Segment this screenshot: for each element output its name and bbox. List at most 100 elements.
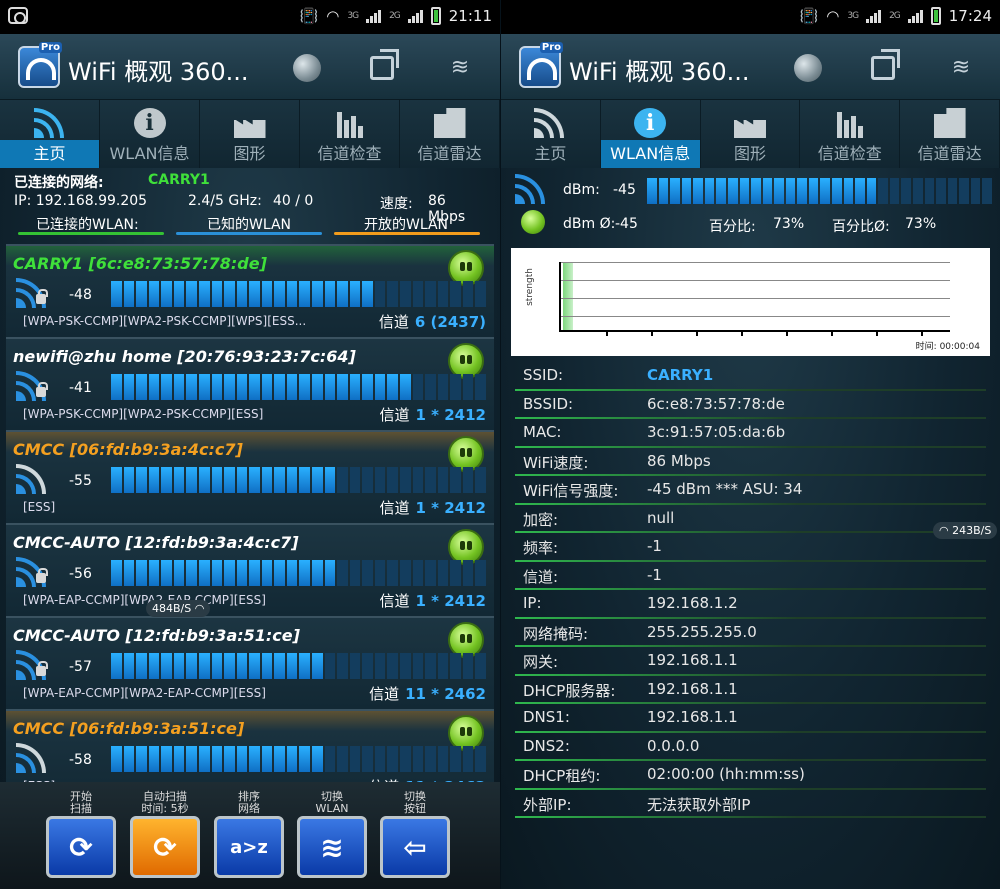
meter-segment <box>475 467 486 493</box>
meter-segment <box>186 746 197 772</box>
band-value: 40 / 0 <box>273 193 314 209</box>
status-bar: 📳 ◠ 3G 2G 17:24 <box>501 0 1000 34</box>
meter-segment <box>739 178 750 204</box>
meter-segment <box>111 281 122 307</box>
meter-segment <box>312 374 323 400</box>
meter-segment <box>286 374 298 400</box>
meter-segment <box>173 746 185 772</box>
tab-3[interactable]: 信道检查 <box>300 100 400 168</box>
info-row: WiFi信号强度: -45 dBm *** ASU: 34 <box>515 476 986 505</box>
app-logo-icon: Pro <box>18 42 62 88</box>
bars-icon <box>334 108 366 138</box>
info-value: 6c:e8:73:57:78:de <box>647 394 785 413</box>
signal-meter <box>111 746 486 772</box>
clock: 17:24 <box>948 7 992 25</box>
meter-segment <box>437 653 449 679</box>
network-item[interactable]: newifi@zhu home [20:76:93:23:7c:64] -41 [W… <box>6 337 494 430</box>
info-row: WiFi速度: 86 Mbps <box>515 448 986 476</box>
meter-segment <box>111 374 122 400</box>
meter-segment <box>286 281 298 307</box>
meter-segment <box>224 467 235 493</box>
tab-1[interactable]: i WLAN信息 <box>600 100 701 168</box>
info-key: WiFi信号强度: <box>523 482 619 500</box>
filter-known-wlan[interactable]: 已知的WLAN <box>207 214 291 234</box>
meter-segment <box>286 560 298 586</box>
meter-segment <box>681 178 692 204</box>
tab-0[interactable]: 主页 <box>501 100 601 168</box>
meter-segment <box>774 178 784 204</box>
grid-line <box>561 298 950 299</box>
meter-segment <box>337 560 348 586</box>
wifi-badge-icon: ◠ <box>194 602 205 615</box>
action-button-1[interactable]: 自动扫描 时间: 5秒 ⟳ <box>127 782 203 878</box>
filter-open-wlan[interactable]: 开放的WLAN <box>364 214 448 234</box>
meter-segment <box>889 178 900 204</box>
meter-segment <box>412 374 424 400</box>
meter-segment <box>274 374 285 400</box>
info-value: null <box>647 508 675 527</box>
meter-segment <box>337 374 348 400</box>
network-capabilities: [WPA-PSK-CCMP][WPA2-PSK-CCMP][ESS] <box>23 407 264 421</box>
tab-2[interactable]: 图形 <box>200 100 300 168</box>
network-3g-label: 3G <box>347 11 359 21</box>
info-value: 86 Mbps <box>647 451 711 470</box>
globe-icon[interactable] <box>794 54 822 82</box>
meter-segment <box>425 281 436 307</box>
tab-3[interactable]: 信道检查 <box>800 100 901 168</box>
meter-segment <box>450 281 461 307</box>
meter-segment <box>123 281 135 307</box>
network-item[interactable]: CMCC [06:fd:b9:3a:4c:c7] -55 [ESS] 信道 1 * 24… <box>6 430 494 523</box>
tab-label: 信道雷达 <box>917 144 982 163</box>
share-icon[interactable] <box>370 56 394 80</box>
meter-segment <box>249 374 260 400</box>
meter-segment <box>362 560 373 586</box>
network-name: newifi@zhu home [20:76:93:23:7c:64] <box>13 347 356 366</box>
meter-segment <box>173 560 185 586</box>
meter-segment <box>161 467 172 493</box>
meter-segment <box>959 178 969 204</box>
tab-0[interactable]: 主页 <box>0 100 100 168</box>
network-capabilities: [ESS] <box>23 500 56 514</box>
network-channel: 信道 1 * 2412 <box>380 497 487 518</box>
meter-segment <box>236 374 248 400</box>
info-key: DHCP租约: <box>523 767 601 785</box>
signal-3g-icon <box>366 9 382 23</box>
meter-segment <box>337 653 348 679</box>
meter-segment <box>173 281 185 307</box>
action-button-3[interactable]: 切换 WLAN ≋ <box>294 782 370 878</box>
tab-4[interactable]: 信道雷达 <box>900 100 1000 168</box>
tab-1[interactable]: i WLAN信息 <box>100 100 200 168</box>
meter-segment <box>211 281 223 307</box>
network-item[interactable]: CARRY1 [6c:e8:73:57:78:de] -48 [WPA-PSK-CC… <box>6 244 494 337</box>
meter-segment <box>399 560 411 586</box>
meter-segment <box>198 746 210 772</box>
tab-label: 图形 <box>233 144 266 163</box>
meter-segment <box>136 374 147 400</box>
network-channel: 信道 1 * 2412 <box>380 404 487 425</box>
signal-meter <box>647 178 992 204</box>
meter-segment <box>450 374 461 400</box>
meter-segment <box>123 746 135 772</box>
action-button-4[interactable]: 切换 按钮 ⇦ <box>377 782 453 878</box>
share-icon[interactable] <box>871 56 895 80</box>
action-button-0[interactable]: 开始 扫描 ⟳ <box>43 782 119 878</box>
network-item[interactable]: CMCC-AUTO [12:fd:b9:3a:4c:c7] -56 [WPA-EAP… <box>6 523 494 616</box>
eye-wifi-icon[interactable]: ≋ <box>947 54 975 82</box>
tab-2[interactable]: 图形 <box>701 100 801 168</box>
pro-badge: Pro <box>38 42 62 53</box>
meter-segment <box>312 281 323 307</box>
tab-4[interactable]: 信道雷达 <box>400 100 500 168</box>
globe-icon[interactable] <box>293 54 321 82</box>
filter-connected-wlan[interactable]: 已连接的WLAN: <box>36 214 139 234</box>
eye-wifi-icon[interactable]: ≋ <box>446 54 474 82</box>
network-item[interactable]: CMCC-AUTO [12:fd:b9:3a:51:ce] -57 [WPA-EAP… <box>6 616 494 709</box>
vibrate-icon: 📳 <box>799 7 819 25</box>
meter-segment <box>261 467 273 493</box>
meter-segment <box>324 653 336 679</box>
network-name: CMCC-AUTO [12:fd:b9:3a:51:ce] <box>13 626 300 645</box>
meter-segment <box>820 178 830 204</box>
meter-segment <box>399 281 411 307</box>
network-name: CMCC-AUTO [12:fd:b9:3a:4c:c7] <box>13 533 299 552</box>
action-button-2[interactable]: 排序 网络 a>z <box>211 782 287 878</box>
network-item[interactable]: CMCC [06:fd:b9:3a:51:ce]-58[ESS]信道11 * 2… <box>6 709 494 782</box>
